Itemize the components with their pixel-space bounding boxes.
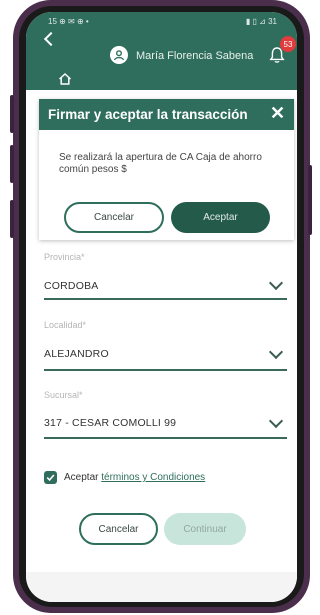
dialog-cancel-button[interactable]: Cancelar	[64, 202, 164, 233]
confirm-dialog: Firmar y aceptar la transacción ✕ Se rea…	[39, 99, 294, 240]
side-button	[10, 200, 14, 238]
phone-mockup: 15 ⊕ ✉ ⊕ • ▮ ▯ ⊿ 31 María Florencia Sabe…	[0, 0, 319, 615]
app-screen: 15 ⊕ ✉ ⊕ • ▮ ▯ ⊿ 31 María Florencia Sabe…	[26, 12, 297, 602]
dialog-header: Firmar y aceptar la transacción ✕	[39, 99, 294, 130]
dialog-message: Se realizará la apertura de CA Caja de a…	[59, 152, 262, 175]
power-button	[308, 165, 312, 235]
volume-up-button	[10, 95, 14, 133]
close-icon[interactable]: ✕	[270, 103, 285, 124]
dialog-accept-button[interactable]: Aceptar	[171, 202, 270, 233]
volume-down-button	[10, 145, 14, 183]
dialog-title: Firmar y aceptar la transacción	[48, 107, 248, 122]
